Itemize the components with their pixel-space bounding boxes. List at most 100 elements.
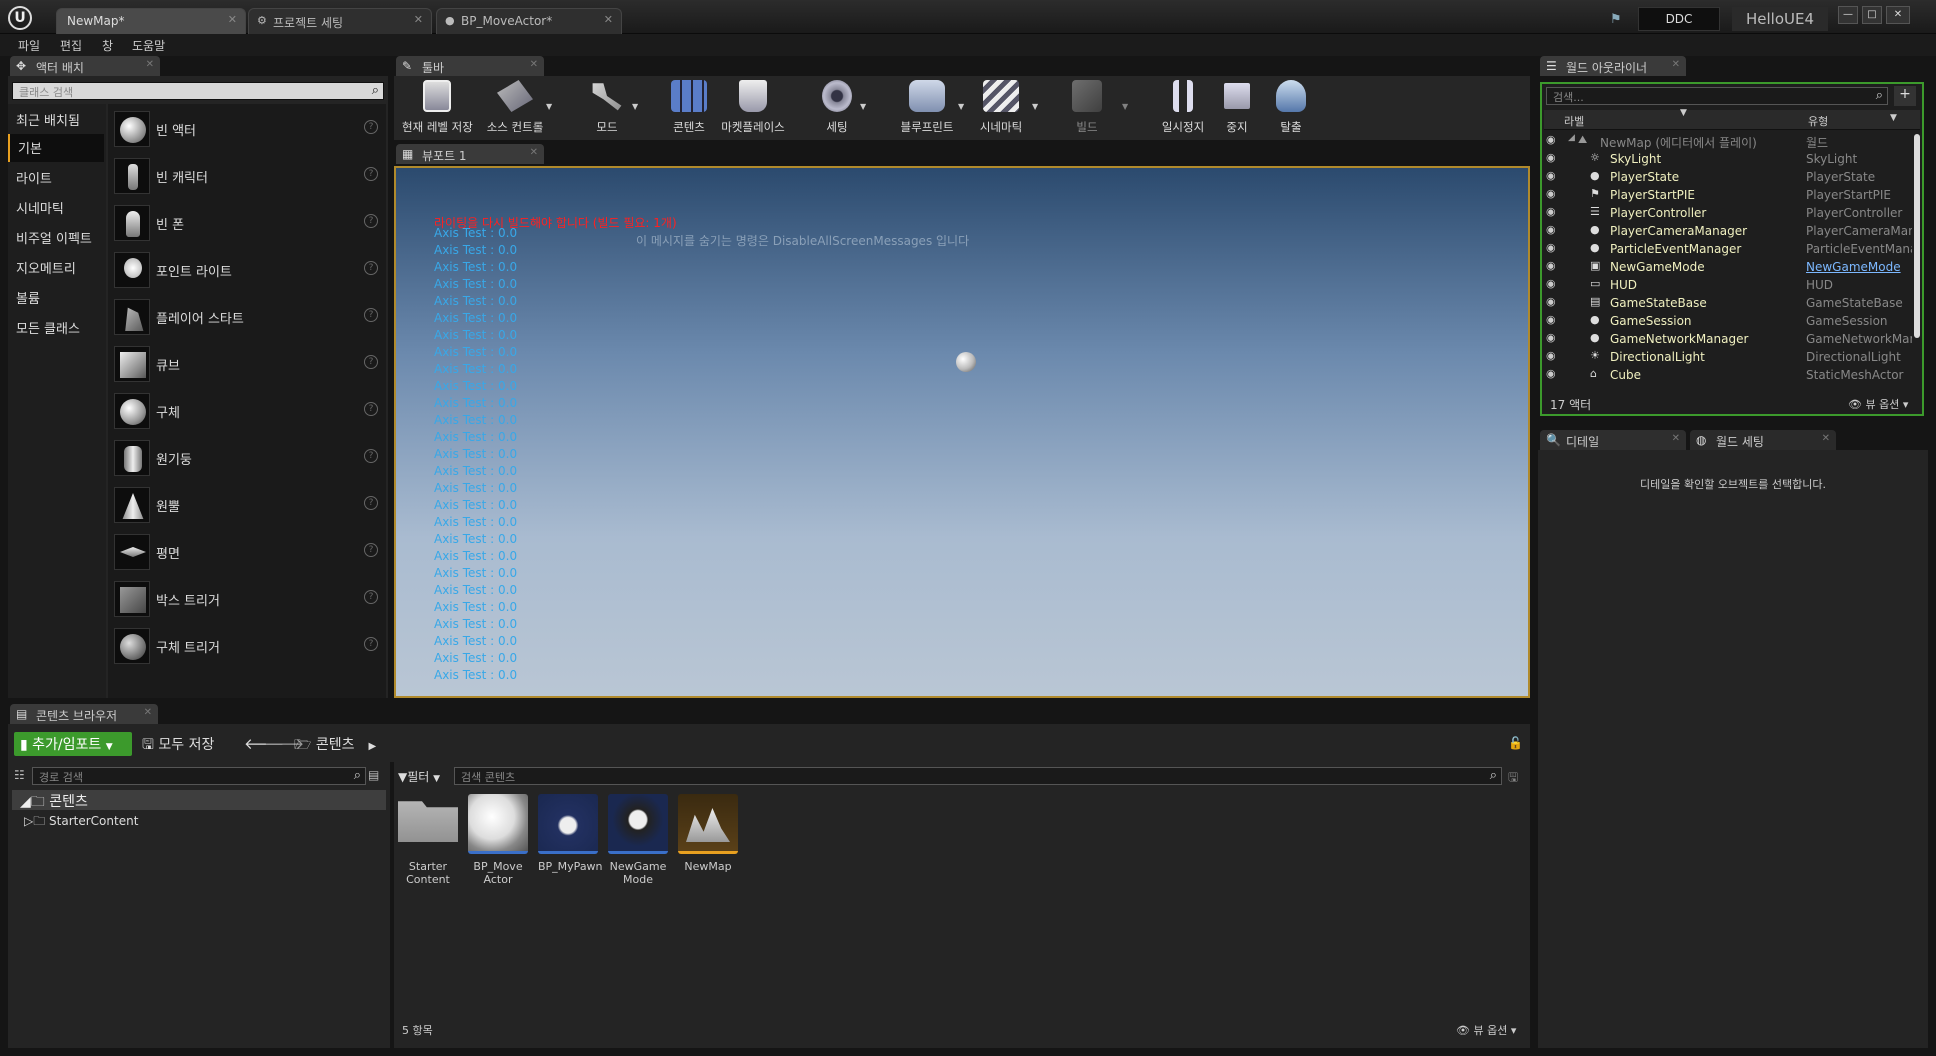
dropdown-arrow-icon[interactable]: ▼	[632, 102, 638, 111]
outliner-row[interactable]: ◉ ▤ GameStateBase GameStateBase	[1546, 294, 1918, 312]
dropdown-arrow-icon[interactable]: ▼	[1122, 102, 1128, 111]
content-search-input[interactable]: 검색 콘텐츠 ⌕	[454, 767, 1502, 785]
asset-newmap[interactable]: NewMap	[678, 794, 738, 873]
close-icon[interactable]: ✕	[1672, 59, 1680, 70]
category-cinematic[interactable]: 시네마틱	[8, 194, 104, 222]
dropdown-arrow-icon[interactable]: ▼	[1890, 113, 1897, 123]
category-geometry[interactable]: 지오메트리	[8, 254, 104, 282]
source-control-button[interactable]: 소스 컨트롤 ▼	[480, 80, 552, 136]
menu-window[interactable]: 창	[102, 37, 113, 54]
actor-item-sphere[interactable]: 구체?	[108, 388, 384, 434]
tab-content-browser[interactable]: ▤ 콘텐츠 브라우저 ✕	[10, 704, 158, 724]
build-button[interactable]: 빌드 ▼	[1052, 80, 1128, 136]
tab-newmap[interactable]: NewMap* ✕	[56, 8, 246, 34]
maximize-button[interactable]: □	[1862, 6, 1882, 24]
modes-button[interactable]: 모드 ▼	[572, 80, 642, 136]
dropdown-arrow-icon[interactable]: ▼	[958, 102, 964, 111]
close-icon[interactable]: ✕	[530, 147, 538, 158]
outliner-row[interactable]: ◉ ● GameSession GameSession	[1546, 312, 1918, 330]
content-button[interactable]: 콘텐츠	[654, 80, 724, 136]
help-icon[interactable]: ?	[364, 496, 378, 510]
eye-icon[interactable]: ◉	[1546, 223, 1556, 236]
help-icon[interactable]: ?	[364, 120, 378, 134]
outliner-row[interactable]: ◉ ☀ DirectionalLight DirectionalLight	[1546, 348, 1918, 366]
splitter[interactable]	[390, 762, 394, 1048]
actor-item-box-trigger[interactable]: 박스 트리거?	[108, 576, 384, 622]
actor-item-point-light[interactable]: 포인트 라이트?	[108, 247, 384, 293]
eye-icon[interactable]: ◉	[1546, 295, 1556, 308]
eye-icon[interactable]: ◉	[1546, 241, 1556, 254]
close-window-button[interactable]: ✕	[1886, 6, 1910, 24]
class-search-input[interactable]: 클래스 검색 ⌕	[12, 82, 384, 100]
close-icon[interactable]: ✕	[228, 13, 237, 26]
outliner-row[interactable]: ◉ ☰ PlayerController PlayerController	[1546, 204, 1918, 222]
tab-details[interactable]: 🔍 디테일 ✕	[1540, 430, 1686, 450]
close-icon[interactable]: ✕	[414, 13, 423, 26]
outliner-row[interactable]: ◉ ● PlayerCameraManager PlayerCameraManager	[1546, 222, 1918, 240]
actor-item-empty-actor[interactable]: 빈 액터?	[108, 106, 384, 152]
help-icon[interactable]: ?	[364, 308, 378, 322]
eye-icon[interactable]: ◉	[1546, 187, 1556, 200]
actor-item-cone[interactable]: 원뿔?	[108, 482, 384, 528]
eye-icon[interactable]: ◉	[1546, 331, 1556, 344]
outliner-row[interactable]: ◉ ● PlayerState PlayerState	[1546, 168, 1918, 186]
actor-item-empty-character[interactable]: 빈 캐릭터?	[108, 153, 384, 199]
help-icon[interactable]: ?	[364, 402, 378, 416]
eye-icon[interactable]: ◉	[1546, 313, 1556, 326]
outliner-search-input[interactable]: 검색... ⌕	[1546, 87, 1888, 105]
minimize-button[interactable]: —	[1838, 6, 1858, 24]
save-level-button[interactable]: 현재 레벨 저장	[402, 80, 473, 136]
menu-help[interactable]: 도움말	[132, 37, 165, 54]
add-actor-icon[interactable]: +	[1894, 86, 1916, 106]
close-icon[interactable]: ✕	[1822, 433, 1830, 444]
column-type[interactable]: 유형	[1808, 113, 1828, 129]
viewport[interactable]: 라이팅을 다시 빌드해야 합니다 (빌드 필요: 1개) 이 메시지를 숨기는 …	[394, 166, 1530, 698]
tab-bp-moveactor[interactable]: ● BP_MoveActor* ✕	[436, 8, 622, 34]
tree-root-content[interactable]: ◢🗀 콘텐츠	[12, 790, 386, 810]
view-list-icon[interactable]: ▤	[368, 768, 379, 782]
eye-icon[interactable]: ◉	[1546, 133, 1556, 146]
close-icon[interactable]: ✕	[604, 13, 613, 26]
menu-file[interactable]: 파일	[18, 37, 40, 54]
help-icon[interactable]: ?	[364, 543, 378, 557]
category-visual-effects[interactable]: 비주얼 이펙트	[8, 224, 104, 252]
close-icon[interactable]: ✕	[144, 707, 152, 718]
category-all-classes[interactable]: 모든 클래스	[8, 314, 104, 342]
help-icon[interactable]: ?	[364, 449, 378, 463]
dropdown-arrow-icon[interactable]: ▼	[860, 102, 866, 111]
dropdown-arrow-icon[interactable]: ▼	[546, 102, 552, 111]
category-recent[interactable]: 최근 배치됨	[8, 106, 104, 134]
save-search-icon[interactable]: 🖫	[1508, 768, 1518, 789]
help-icon[interactable]: ?	[364, 261, 378, 275]
eye-icon[interactable]: ◉	[1546, 277, 1556, 290]
actor-item-plane[interactable]: 평면?	[108, 529, 384, 575]
help-icon[interactable]: ?	[364, 590, 378, 604]
content-view-options[interactable]: 👁 뷰 옵션 ▾	[1456, 1022, 1516, 1038]
chevron-right-icon[interactable]: ▶	[368, 741, 376, 752]
eye-icon[interactable]: ◉	[1546, 151, 1556, 164]
ddc-indicator[interactable]: DDC	[1638, 7, 1720, 31]
feedback-icon[interactable]: ⚑	[1610, 12, 1622, 27]
help-icon[interactable]: ?	[364, 214, 378, 228]
eye-icon[interactable]: ◉	[1546, 169, 1556, 182]
expand-arrow-icon[interactable]: ◢	[1568, 133, 1575, 143]
asset-bp-moveactor[interactable]: BP_Move Actor	[468, 794, 528, 886]
eye-icon[interactable]: ◉	[1546, 205, 1556, 218]
close-icon[interactable]: ✕	[1672, 433, 1680, 444]
lock-icon[interactable]: 🔓	[1508, 736, 1523, 750]
asset-starter-content[interactable]: Starter Content	[398, 794, 458, 886]
help-icon[interactable]: ?	[364, 167, 378, 181]
actor-item-empty-pawn[interactable]: 빈 폰?	[108, 200, 384, 246]
tree-item-startercontent[interactable]: ▷🗀 StarterContent	[24, 812, 138, 833]
dropdown-arrow-icon[interactable]: ▼	[1032, 102, 1038, 111]
actor-item-sphere-trigger[interactable]: 구체 트리거?	[108, 623, 384, 669]
blueprints-button[interactable]: 블루프린트 ▼	[892, 80, 964, 136]
actor-item-cube[interactable]: 큐브?	[108, 341, 384, 387]
outliner-root-row[interactable]: ◉ ◢ ⛰ NewMap (에디터에서 플레이) 월드	[1546, 132, 1918, 150]
outliner-row[interactable]: ◉ ● GameNetworkManager GameNetworkManager	[1546, 330, 1918, 348]
sources-toggle-icon[interactable]: ☷	[14, 768, 25, 782]
path-search-input[interactable]: 경로 검색 ⌕	[32, 767, 366, 785]
actor-item-cylinder[interactable]: 원기둥?	[108, 435, 384, 481]
filter-button[interactable]: ▼필터 ▼	[398, 768, 440, 785]
outliner-scrollbar[interactable]	[1914, 134, 1920, 338]
